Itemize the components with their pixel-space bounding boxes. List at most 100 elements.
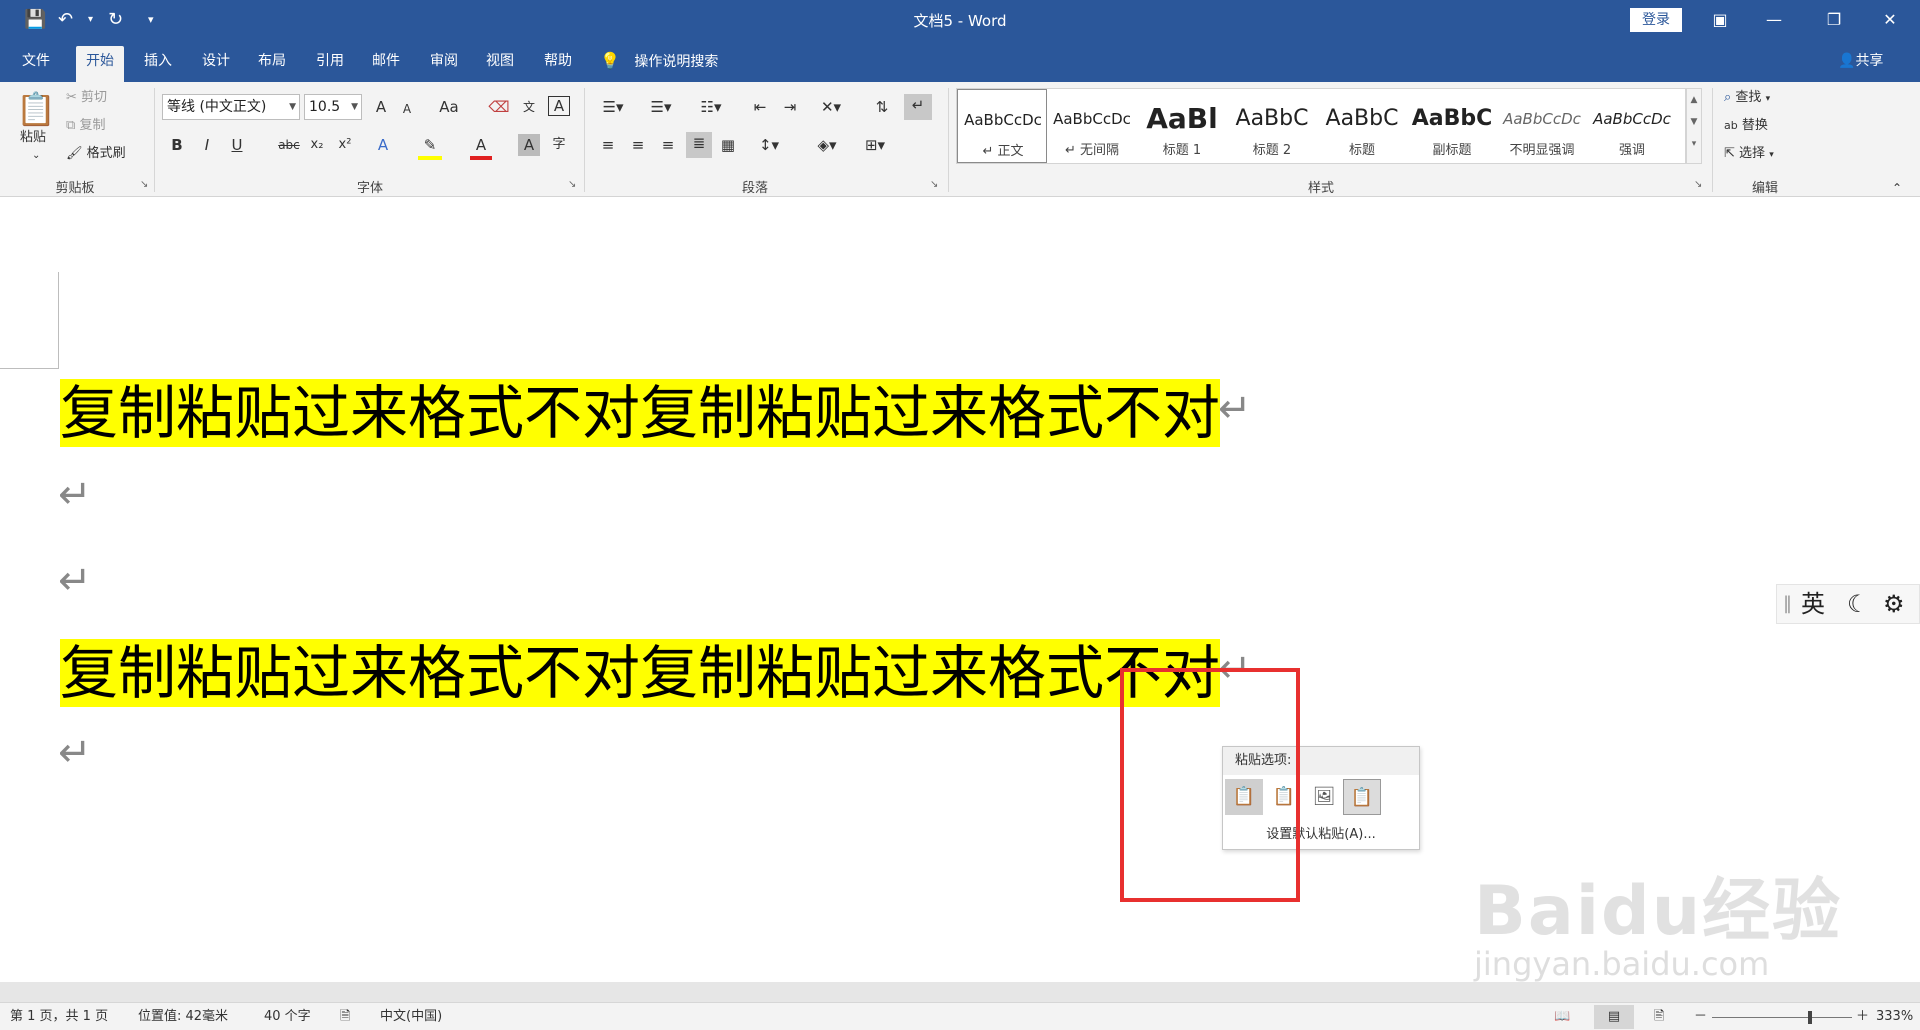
ribbon-display-icon[interactable]: ▣ bbox=[1700, 6, 1740, 34]
tab-mailings[interactable]: 邮件 bbox=[362, 50, 410, 82]
read-mode-icon[interactable]: 📖 bbox=[1554, 1008, 1570, 1026]
phonetic-guide-icon[interactable]: 文 bbox=[518, 96, 540, 118]
style-heading-1[interactable]: AaBl 标题 1 bbox=[1137, 89, 1227, 163]
zoom-level[interactable]: 333% bbox=[1876, 1008, 1913, 1026]
styles-scroll[interactable]: ▲ ▼ ▾ bbox=[1686, 88, 1702, 164]
zoom-slider-thumb[interactable] bbox=[1808, 1011, 1812, 1024]
ime-mode-toggle[interactable]: 英 bbox=[1801, 585, 1825, 623]
strikethrough-icon[interactable]: abc bbox=[274, 134, 304, 156]
enclose-char-icon[interactable]: 字 bbox=[548, 134, 570, 156]
paste-icon[interactable]: 📋 bbox=[16, 88, 56, 130]
bold-icon[interactable]: B bbox=[166, 134, 188, 156]
highlight-icon[interactable]: ✎ bbox=[418, 134, 442, 160]
find-button[interactable]: ⌕ 查找 ▾ bbox=[1724, 88, 1770, 109]
proofing-icon[interactable]: 🗎 bbox=[340, 1008, 350, 1026]
gear-icon[interactable]: ⚙ bbox=[1883, 585, 1905, 623]
font-color-icon[interactable]: A bbox=[470, 134, 492, 160]
highlighted-text[interactable]: 复制粘贴过来格式不对复制粘贴过来格式不对 bbox=[60, 639, 1221, 707]
align-left-icon[interactable]: ≡ bbox=[596, 134, 620, 156]
subscript-icon[interactable]: x₂ bbox=[306, 134, 328, 156]
styles-launcher-icon[interactable]: ↘ bbox=[1694, 179, 1702, 190]
show-marks-icon[interactable]: ↵ bbox=[904, 94, 932, 120]
keep-text-only-icon[interactable]: 📋 bbox=[1343, 779, 1381, 815]
chevron-up-icon[interactable]: ▲ bbox=[1687, 89, 1701, 111]
format-painter-button[interactable]: 🖌 格式刷 bbox=[66, 144, 126, 164]
distributed-icon[interactable]: ▦ bbox=[716, 134, 740, 156]
align-center-icon[interactable]: ≡ bbox=[626, 134, 650, 156]
tell-me-search[interactable]: 💡 操作说明搜索 bbox=[600, 50, 718, 73]
zoom-in-button[interactable]: ＋ bbox=[1856, 1008, 1869, 1026]
tab-insert[interactable]: 插入 bbox=[134, 50, 182, 82]
font-launcher-icon[interactable]: ↘ bbox=[568, 179, 576, 190]
ime-drag-handle[interactable]: ‖ bbox=[1783, 585, 1792, 623]
tab-design[interactable]: 设计 bbox=[192, 50, 240, 82]
superscript-icon[interactable]: x² bbox=[334, 134, 356, 156]
style-title[interactable]: AaBbC 标题 bbox=[1317, 89, 1407, 163]
multilevel-list-icon[interactable]: ☷▾ bbox=[694, 96, 728, 118]
clear-format-icon[interactable]: ⌫ bbox=[488, 96, 510, 118]
zoom-out-button[interactable]: － bbox=[1694, 1008, 1707, 1026]
tab-layout[interactable]: 布局 bbox=[248, 50, 296, 82]
page-count[interactable]: 第 1 页，共 1 页 bbox=[10, 1008, 108, 1026]
paragraph[interactable]: 复制粘贴过来格式不对复制粘贴过来格式不对 bbox=[60, 374, 1221, 452]
replace-button[interactable]: ab 替换 bbox=[1724, 116, 1768, 136]
grow-font-icon[interactable]: A bbox=[370, 96, 392, 118]
tab-view[interactable]: 视图 bbox=[476, 50, 524, 82]
style-heading-2[interactable]: AaBbC 标题 2 bbox=[1227, 89, 1317, 163]
zoom-slider[interactable] bbox=[1712, 1011, 1852, 1024]
paragraph[interactable]: 复制粘贴过来格式不对复制粘贴过来格式不对 bbox=[60, 634, 1221, 712]
sort-icon[interactable]: ⇅ bbox=[870, 96, 894, 118]
picture-icon[interactable]: 🖼 bbox=[1305, 779, 1343, 815]
style-no-spacing[interactable]: AaBbCcDc ↵ 无间隔 bbox=[1047, 89, 1137, 163]
bullets-icon[interactable]: ☰▾ bbox=[596, 96, 630, 118]
char-border-icon[interactable]: A bbox=[548, 96, 570, 116]
align-right-icon[interactable]: ≡ bbox=[656, 134, 680, 156]
cut-button[interactable]: ✂ 剪切 bbox=[66, 88, 107, 108]
chevron-down-icon[interactable]: ▼ bbox=[1687, 111, 1701, 133]
clipboard-launcher-icon[interactable]: ↘ bbox=[140, 179, 148, 190]
word-count[interactable]: 40 个字 bbox=[264, 1008, 311, 1026]
login-button[interactable]: 登录 bbox=[1630, 8, 1682, 32]
restore-icon[interactable]: ❐ bbox=[1814, 6, 1854, 34]
decrease-indent-icon[interactable]: ⇤ bbox=[748, 96, 772, 118]
minimize-icon[interactable]: — bbox=[1754, 6, 1794, 34]
copy-button[interactable]: ⧉ 复制 bbox=[66, 116, 105, 136]
borders-icon[interactable]: ⊞▾ bbox=[858, 134, 892, 156]
collapse-ribbon-icon[interactable]: ⌃ bbox=[1892, 178, 1902, 198]
numbering-icon[interactable]: ☰▾ bbox=[644, 96, 678, 118]
paste-button[interactable]: 粘贴 bbox=[20, 128, 46, 148]
text-effects-icon[interactable]: A bbox=[372, 134, 394, 156]
style-emphasis[interactable]: AaBbCcDc 强调 bbox=[1587, 89, 1677, 163]
highlighted-text[interactable]: 复制粘贴过来格式不对复制粘贴过来格式不对 bbox=[60, 379, 1221, 447]
moon-icon[interactable]: ☾ bbox=[1847, 585, 1869, 623]
tab-file[interactable]: 文件 bbox=[12, 50, 60, 82]
paste-dropdown-icon[interactable]: ⌄ bbox=[32, 146, 40, 166]
style-subtitle[interactable]: AaBbC 副标题 bbox=[1407, 89, 1497, 163]
increase-indent-icon[interactable]: ⇥ bbox=[778, 96, 802, 118]
select-button[interactable]: ⇱ 选择 ▾ bbox=[1724, 144, 1774, 165]
font-name-combo[interactable]: 等线 (中文正文) ▼ bbox=[162, 94, 300, 120]
more-styles-icon[interactable]: ▾ bbox=[1687, 133, 1701, 155]
language[interactable]: 中文(中国) bbox=[380, 1008, 442, 1026]
underline-icon[interactable]: U bbox=[226, 134, 248, 156]
print-layout-icon[interactable]: ▤ bbox=[1594, 1005, 1634, 1029]
line-spacing-icon[interactable]: ↕▾ bbox=[752, 134, 786, 156]
share-button[interactable]: 👤共享 bbox=[1838, 50, 1883, 72]
italic-icon[interactable]: I bbox=[196, 134, 218, 156]
font-size-combo[interactable]: 10.5 ▼ bbox=[304, 94, 362, 120]
ime-toolbar[interactable]: ‖ 英 ☾ ⚙ bbox=[1776, 584, 1920, 624]
paragraph-launcher-icon[interactable]: ↘ bbox=[930, 179, 938, 190]
tab-review[interactable]: 审阅 bbox=[420, 50, 468, 82]
chinese-layout-icon[interactable]: ✕▾ bbox=[814, 96, 848, 118]
tab-home[interactable]: 开始 bbox=[76, 46, 124, 82]
shading-icon[interactable]: ◈▾ bbox=[810, 134, 844, 156]
shrink-font-icon[interactable]: A bbox=[396, 98, 418, 120]
tab-references[interactable]: 引用 bbox=[306, 50, 354, 82]
style-normal[interactable]: AaBbCcDc ↵ 正文 bbox=[957, 89, 1047, 163]
justify-icon[interactable]: ≣ bbox=[686, 132, 712, 158]
style-subtle-emphasis[interactable]: AaBbCcDc 不明显强调 bbox=[1497, 89, 1587, 163]
close-icon[interactable]: ✕ bbox=[1870, 6, 1910, 34]
char-shading-icon[interactable]: A bbox=[518, 134, 540, 156]
web-layout-icon[interactable]: 🖹 bbox=[1654, 1008, 1664, 1026]
tab-help[interactable]: 帮助 bbox=[534, 50, 582, 82]
